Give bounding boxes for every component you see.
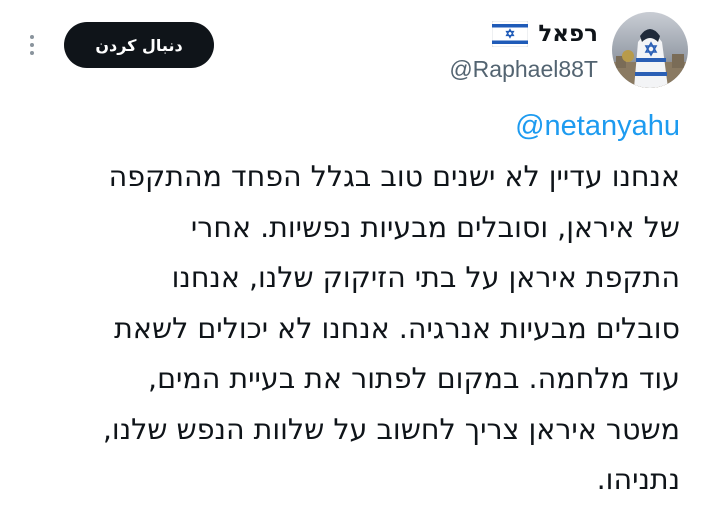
author-display-name[interactable]: רפאל bbox=[538, 21, 598, 47]
tweet-text-line: נתניהו. bbox=[596, 463, 680, 496]
follow-button[interactable]: دنبال کردن bbox=[64, 22, 214, 68]
more-options-icon[interactable] bbox=[22, 28, 42, 62]
tweet-text-line: עוד מלחמה. במקום לפתור את בעיית המים, bbox=[148, 362, 680, 395]
author-handle[interactable]: @Raphael88T bbox=[449, 56, 598, 83]
tweet-text: אנחנו עדיין לא ישנים טוב בגלל הפחד מהתקפ… bbox=[12, 152, 680, 506]
israel-flag-icon bbox=[492, 21, 529, 47]
more-dot bbox=[30, 43, 34, 47]
more-dot bbox=[30, 35, 34, 39]
tweet-text-line: משטר איראן צריך לחשוב על שלוות הנפש שלנו… bbox=[102, 412, 680, 446]
star-of-david-avatar-icon bbox=[612, 12, 688, 88]
tweet-text-line: של איראן, וסובלים מבעיות נפשיות. אחרי bbox=[190, 210, 680, 244]
tweet-text-line: אנחנו עדיין לא ישנים טוב בגלל הפחד מהתקפ… bbox=[108, 160, 680, 193]
tweet-header: دنبال کردن רפאל @Raphael88T bbox=[0, 0, 702, 100]
tweet-text-line: התקפת איראן על בתי הזיקוק שלנו, אנחנו bbox=[171, 261, 680, 294]
author-info: רפאל @Raphael88T bbox=[449, 18, 598, 83]
author-avatar[interactable] bbox=[612, 12, 688, 88]
mention-link[interactable]: @netanyahu bbox=[515, 110, 680, 143]
more-dot bbox=[30, 51, 34, 55]
author-name-row: רפאל bbox=[449, 18, 598, 50]
tweet-text-line: סובלים מבעיות אנרגיה. אנחנו לא יכולים לש… bbox=[114, 311, 680, 345]
